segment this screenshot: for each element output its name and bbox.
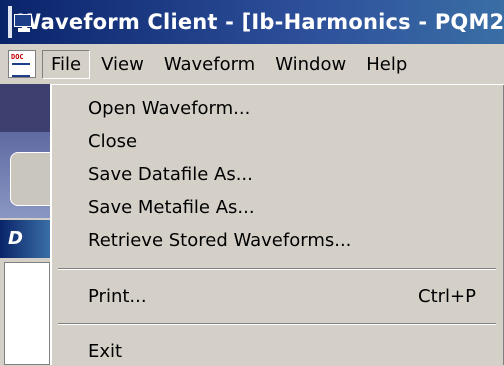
menu-separator <box>58 323 496 325</box>
menu-open-waveform[interactable]: Open Waveform... <box>88 93 476 123</box>
background-list[interactable] <box>4 262 50 365</box>
menu-help[interactable]: Help <box>357 50 416 79</box>
menu-window[interactable]: Window <box>266 50 355 79</box>
menu-item-shortcut: Ctrl+P <box>418 285 476 307</box>
menu-print[interactable]: Print... Ctrl+P <box>88 281 476 311</box>
title-bar: Waveform Client - [Ib-Harmonics - PQM2 <box>0 0 504 44</box>
menu-item-label: Open Waveform... <box>88 97 251 119</box>
menu-item-label: Close <box>88 130 138 152</box>
menu-retrieve-stored-waveforms[interactable]: Retrieve Stored Waveforms... <box>88 225 476 255</box>
document-lines-icon <box>12 63 30 77</box>
menu-file[interactable]: File <box>42 49 91 79</box>
menu-save-datafile-as[interactable]: Save Datafile As... <box>88 159 476 189</box>
menu-bar: DOC File View Waveform Window Help <box>0 44 504 84</box>
window-title: Waveform Client - [Ib-Harmonics - PQM2 <box>18 10 504 34</box>
menu-view[interactable]: View <box>92 50 153 79</box>
app-icon[interactable] <box>8 6 32 38</box>
background-toolbar <box>0 84 50 132</box>
menu-item-label: Retrieve Stored Waveforms... <box>88 229 352 251</box>
menu-item-label: Save Metafile As... <box>88 196 255 218</box>
document-icon[interactable]: DOC <box>8 50 36 78</box>
menu-close[interactable]: Close <box>88 126 476 156</box>
menu-save-metafile-as[interactable]: Save Metafile As... <box>88 192 476 222</box>
menu-item-label: Exit <box>88 340 123 362</box>
background-header: D <box>0 220 50 258</box>
menu-separator <box>58 268 496 270</box>
background-tab-button[interactable] <box>10 152 52 206</box>
menu-item-label: Save Datafile As... <box>88 163 253 185</box>
document-icon-label: DOC <box>11 53 24 61</box>
menu-waveform[interactable]: Waveform <box>155 50 264 79</box>
file-menu-dropdown: Open Waveform... Close Save Datafile As.… <box>50 84 504 365</box>
menu-exit[interactable]: Exit <box>88 336 476 366</box>
menu-item-label: Print... <box>88 285 147 307</box>
